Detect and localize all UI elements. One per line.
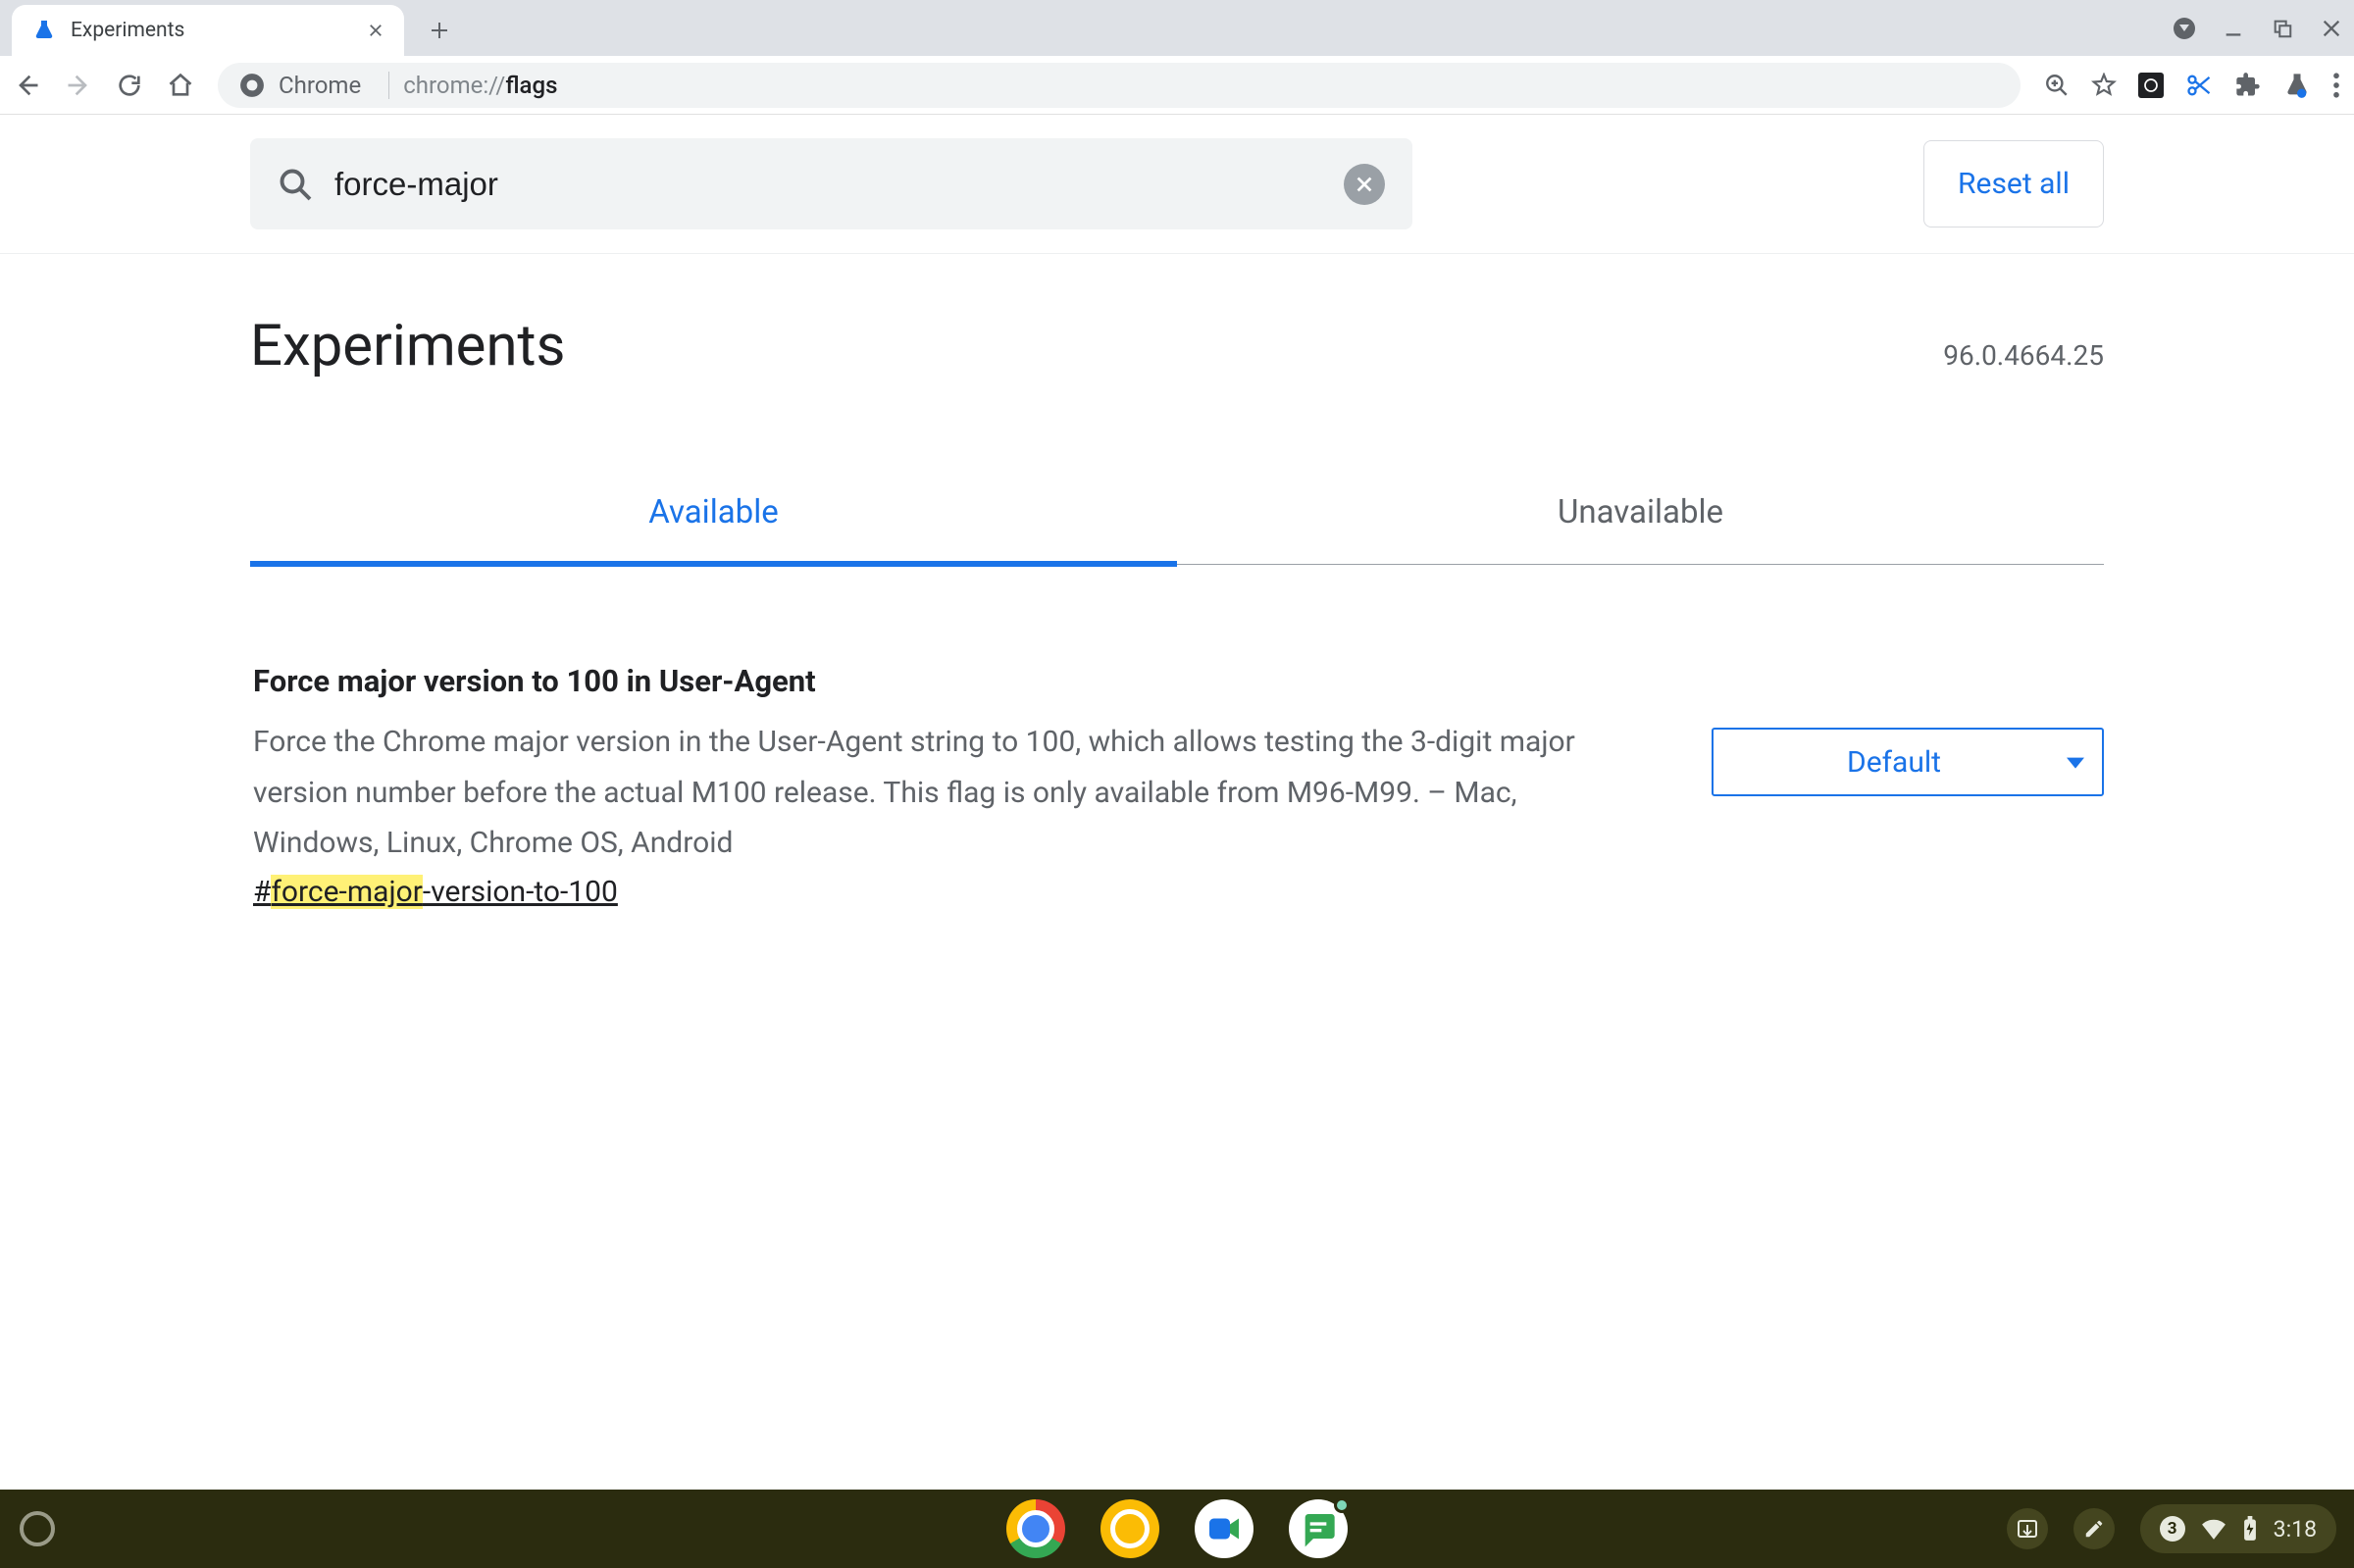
reload-button[interactable] — [116, 72, 143, 99]
extensions-icon[interactable] — [2234, 72, 2262, 99]
clear-search-button[interactable] — [1344, 164, 1385, 205]
clock: 3:18 — [2274, 1516, 2317, 1543]
flags-search-input[interactable] — [334, 166, 1322, 203]
messages-app-icon[interactable] — [1289, 1499, 1348, 1558]
app-icon-2[interactable] — [1100, 1499, 1159, 1558]
tab-available[interactable]: Available — [250, 464, 1177, 567]
page-title: Experiments — [250, 313, 565, 379]
forward-button[interactable] — [65, 72, 92, 99]
battery-icon — [2242, 1516, 2258, 1542]
page-content: Reset all Experiments 96.0.4664.25 Avail… — [0, 115, 2354, 909]
flag-state-dropdown[interactable]: Default — [1712, 728, 2104, 796]
chrome-version: 96.0.4664.25 — [1943, 339, 2104, 372]
flag-entry: Force major version to 100 in User-Agent… — [0, 565, 2354, 909]
origin-label: Chrome — [279, 72, 361, 99]
close-window-button[interactable] — [2321, 18, 2342, 39]
tab-unavailable[interactable]: Unavailable — [1177, 464, 2104, 564]
pen-icon[interactable] — [2073, 1508, 2115, 1549]
flags-search-box[interactable] — [250, 138, 1412, 229]
search-icon — [278, 167, 313, 202]
wifi-icon — [2201, 1518, 2226, 1540]
status-area[interactable]: 3 3:18 — [2007, 1504, 2336, 1553]
account-icon[interactable] — [2174, 18, 2195, 39]
browser-tab-title: Experiments — [71, 19, 353, 42]
shelf-apps — [1006, 1499, 1348, 1558]
flask-icon — [31, 18, 57, 43]
flags-tabs: Available Unavailable — [250, 464, 2104, 565]
flag-title: Force major version to 100 in User-Agent — [253, 663, 1653, 699]
chrome-app-icon[interactable] — [1006, 1499, 1065, 1558]
browser-tab-strip: Experiments — [0, 0, 2354, 56]
flag-description: Force the Chrome major version in the Us… — [253, 717, 1646, 869]
scissors-icon[interactable] — [2185, 72, 2213, 99]
labs-icon[interactable] — [2283, 72, 2311, 99]
flag-hash-link[interactable]: #force-major-version-to-100 — [253, 875, 1653, 909]
new-tab-button[interactable] — [420, 11, 459, 50]
url-text: chrome://flags — [403, 72, 557, 99]
bookmark-icon[interactable] — [2091, 73, 2117, 98]
address-bar[interactable]: Chrome chrome://flags — [218, 63, 2021, 108]
browser-toolbar: Chrome chrome://flags — [0, 56, 2354, 115]
browser-tab[interactable]: Experiments — [12, 5, 404, 56]
site-info-icon[interactable] — [239, 73, 265, 98]
launcher-button[interactable] — [20, 1511, 55, 1546]
close-tab-button[interactable] — [367, 22, 384, 39]
window-controls — [2174, 0, 2342, 56]
status-tray[interactable]: 3 3:18 — [2140, 1504, 2336, 1553]
back-button[interactable] — [14, 72, 41, 99]
minimize-button[interactable] — [2223, 18, 2244, 39]
notification-count: 3 — [2160, 1516, 2185, 1542]
extension-dark-icon[interactable] — [2138, 73, 2164, 98]
home-button[interactable] — [167, 72, 194, 99]
kebab-menu-icon[interactable] — [2332, 73, 2340, 98]
shelf: 3 3:18 — [0, 1490, 2354, 1568]
zoom-icon[interactable] — [2044, 73, 2070, 98]
duo-app-icon[interactable] — [1195, 1499, 1254, 1558]
reset-all-button[interactable]: Reset all — [1923, 140, 2104, 228]
maximize-button[interactable] — [2272, 18, 2293, 39]
tote-icon[interactable] — [2007, 1508, 2048, 1549]
